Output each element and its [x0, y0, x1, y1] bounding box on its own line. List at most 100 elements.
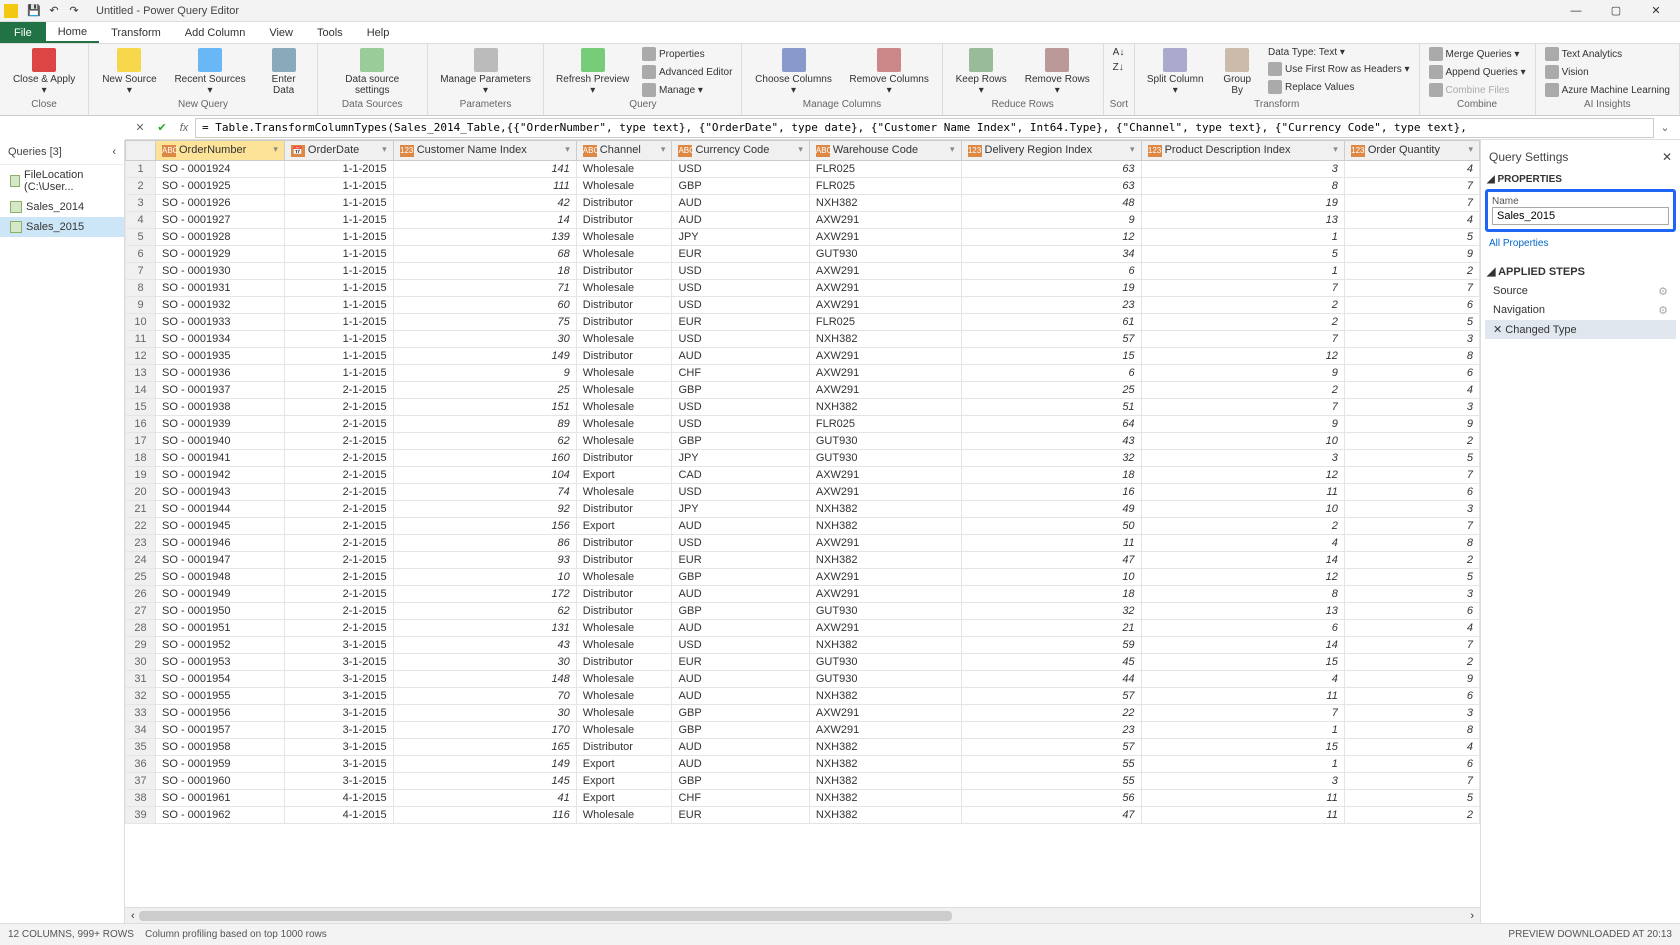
table-row[interactable]: 7SO - 00019301-1-201518DistributorUSDAXW…	[126, 263, 1480, 280]
close-apply-button[interactable]: Close & Apply ▾	[6, 46, 82, 98]
filter-icon[interactable]: ▾	[382, 144, 387, 155]
table-row[interactable]: 27SO - 00019502-1-201562DistributorGBPGU…	[126, 603, 1480, 620]
table-row[interactable]: 24SO - 00019472-1-201593DistributorEURNX…	[126, 552, 1480, 569]
manage-params-button[interactable]: Manage Parameters ▾	[434, 46, 538, 98]
table-row[interactable]: 9SO - 00019321-1-201560DistributorUSDAXW…	[126, 297, 1480, 314]
formula-cancel-icon[interactable]: ✕	[129, 118, 151, 138]
query-item[interactable]: Sales_2015	[0, 217, 124, 237]
first-row-headers-button[interactable]: Use First Row as Headers ▾	[1265, 61, 1413, 77]
table-row[interactable]: 19SO - 00019422-1-2015104ExportCADAXW291…	[126, 467, 1480, 484]
menu-tab-tools[interactable]: Tools	[305, 22, 355, 43]
menu-tab-help[interactable]: Help	[355, 22, 402, 43]
query-item[interactable]: FileLocation (C:\User...	[0, 165, 124, 197]
table-row[interactable]: 17SO - 00019402-1-201562WholesaleGBPGUT9…	[126, 433, 1480, 450]
table-row[interactable]: 18SO - 00019412-1-2015160DistributorJPYG…	[126, 450, 1480, 467]
refresh-preview-button[interactable]: Refresh Preview ▾	[550, 46, 635, 98]
table-row[interactable]: 30SO - 00019533-1-201530DistributorEURGU…	[126, 654, 1480, 671]
advanced-editor-button[interactable]: Advanced Editor	[639, 64, 735, 80]
table-row[interactable]: 6SO - 00019291-1-201568WholesaleEURGUT93…	[126, 246, 1480, 263]
replace-values-button[interactable]: Replace Values	[1265, 79, 1413, 95]
formula-input[interactable]	[195, 118, 1654, 138]
table-row[interactable]: 25SO - 00019482-1-201510WholesaleGBPAXW2…	[126, 569, 1480, 586]
combine-files-button[interactable]: Combine Files	[1426, 82, 1529, 98]
table-row[interactable]: 37SO - 00019603-1-2015145ExportGBPNXH382…	[126, 773, 1480, 790]
group-by-button[interactable]: Group By	[1213, 46, 1261, 98]
menu-tab-home[interactable]: Home	[46, 22, 99, 43]
choose-columns-button[interactable]: Choose Columns ▾	[748, 46, 838, 98]
table-row[interactable]: 2SO - 00019251-1-2015111WholesaleGBPFLR0…	[126, 178, 1480, 195]
menu-tab-transform[interactable]: Transform	[99, 22, 173, 43]
table-row[interactable]: 36SO - 00019593-1-2015149ExportAUDNXH382…	[126, 756, 1480, 773]
table-row[interactable]: 8SO - 00019311-1-201571WholesaleUSDAXW29…	[126, 280, 1480, 297]
table-row[interactable]: 35SO - 00019583-1-2015165DistributorAUDN…	[126, 739, 1480, 756]
table-row[interactable]: 14SO - 00019372-1-201525WholesaleGBPAXW2…	[126, 382, 1480, 399]
minimize-button[interactable]: —	[1556, 0, 1596, 21]
manage-button[interactable]: Manage ▾	[639, 82, 735, 98]
column-header[interactable]: ABCOrderNumber▾	[156, 141, 285, 161]
table-row[interactable]: 31SO - 00019543-1-2015148WholesaleAUDGUT…	[126, 671, 1480, 688]
column-header[interactable]: 123Customer Name Index▾	[393, 141, 576, 161]
column-header[interactable]: ABCChannel▾	[576, 141, 672, 161]
remove-rows-button[interactable]: Remove Rows ▾	[1018, 46, 1097, 98]
new-source-button[interactable]: New Source ▾	[95, 46, 164, 98]
table-row[interactable]: 39SO - 00019624-1-2015116WholesaleEURNXH…	[126, 807, 1480, 824]
append-queries-button[interactable]: Append Queries ▾	[1426, 64, 1529, 80]
table-row[interactable]: 32SO - 00019553-1-201570WholesaleAUDNXH3…	[126, 688, 1480, 705]
filter-icon[interactable]: ▾	[565, 144, 570, 155]
table-row[interactable]: 11SO - 00019341-1-201530WholesaleUSDNXH3…	[126, 331, 1480, 348]
table-row[interactable]: 10SO - 00019331-1-201575DistributorEURFL…	[126, 314, 1480, 331]
collapse-queries-icon[interactable]: ‹	[112, 146, 116, 158]
gear-icon[interactable]: ⚙	[1658, 304, 1668, 317]
split-column-button[interactable]: Split Column ▾	[1141, 46, 1209, 98]
table-row[interactable]: 33SO - 00019563-1-201530WholesaleGBPAXW2…	[126, 705, 1480, 722]
menu-tab-add-column[interactable]: Add Column	[173, 22, 258, 43]
close-settings-icon[interactable]: ✕	[1662, 150, 1672, 164]
filter-icon[interactable]: ▾	[1333, 144, 1338, 155]
table-row[interactable]: 29SO - 00019523-1-201543WholesaleUSDNXH3…	[126, 637, 1480, 654]
filter-icon[interactable]: ▾	[1130, 144, 1135, 155]
filter-icon[interactable]: ▾	[273, 144, 278, 155]
query-name-input[interactable]	[1492, 207, 1669, 225]
table-row[interactable]: 4SO - 00019271-1-201514DistributorAUDAXW…	[126, 212, 1480, 229]
table-row[interactable]: 1SO - 00019241-1-2015141WholesaleUSDFLR0…	[126, 161, 1480, 178]
sort-asc-button[interactable]: A↓	[1110, 46, 1128, 59]
filter-icon[interactable]: ▾	[1468, 144, 1473, 155]
data-grid[interactable]: ABCOrderNumber▾📅OrderDate▾123Customer Na…	[125, 140, 1480, 824]
applied-step[interactable]: Source⚙	[1485, 282, 1676, 301]
vision-button[interactable]: Vision	[1542, 64, 1673, 80]
fx-icon[interactable]: fx	[173, 118, 195, 138]
horizontal-scrollbar[interactable]: ‹ ›	[125, 907, 1480, 923]
recent-sources-button[interactable]: Recent Sources ▾	[168, 46, 253, 98]
table-row[interactable]: 22SO - 00019452-1-2015156ExportAUDNXH382…	[126, 518, 1480, 535]
save-button[interactable]: 💾	[25, 2, 43, 20]
sort-desc-button[interactable]: Z↓	[1110, 61, 1128, 74]
remove-columns-button[interactable]: Remove Columns ▾	[843, 46, 936, 98]
table-row[interactable]: 13SO - 00019361-1-20159WholesaleCHFAXW29…	[126, 365, 1480, 382]
table-row[interactable]: 38SO - 00019614-1-201541ExportCHFNXH3825…	[126, 790, 1480, 807]
maximize-button[interactable]: ▢	[1596, 0, 1636, 21]
table-row[interactable]: 20SO - 00019432-1-201574WholesaleUSDAXW2…	[126, 484, 1480, 501]
table-row[interactable]: 34SO - 00019573-1-2015170WholesaleGBPAXW…	[126, 722, 1480, 739]
column-header[interactable]: 123Delivery Region Index▾	[961, 141, 1141, 161]
menu-tab-view[interactable]: View	[257, 22, 305, 43]
column-header[interactable]: 📅OrderDate▾	[284, 141, 393, 161]
data-type-button[interactable]: Data Type: Text ▾	[1265, 46, 1413, 59]
column-header[interactable]: 123Product Description Index▾	[1141, 141, 1344, 161]
azure-ml-button[interactable]: Azure Machine Learning	[1542, 82, 1673, 98]
table-row[interactable]: 23SO - 00019462-1-201586DistributorUSDAX…	[126, 535, 1480, 552]
formula-expand-icon[interactable]: ⌄	[1654, 118, 1676, 138]
table-row[interactable]: 16SO - 00019392-1-201589WholesaleUSDFLR0…	[126, 416, 1480, 433]
filter-icon[interactable]: ▾	[661, 144, 666, 155]
data-source-settings-button[interactable]: Data source settings	[324, 46, 421, 98]
redo-button[interactable]: ↷	[65, 2, 83, 20]
column-header[interactable]: ABCWarehouse Code▾	[809, 141, 961, 161]
keep-rows-button[interactable]: Keep Rows ▾	[949, 46, 1014, 98]
table-row[interactable]: 12SO - 00019351-1-2015149DistributorAUDA…	[126, 348, 1480, 365]
table-row[interactable]: 21SO - 00019442-1-201592DistributorJPYNX…	[126, 501, 1480, 518]
query-item[interactable]: Sales_2014	[0, 197, 124, 217]
enter-data-button[interactable]: Enter Data	[256, 46, 310, 98]
all-properties-link[interactable]: All Properties	[1485, 236, 1676, 251]
column-header[interactable]: ABCCurrency Code▾	[672, 141, 809, 161]
formula-accept-icon[interactable]: ✔	[151, 118, 173, 138]
close-button[interactable]: ✕	[1636, 0, 1676, 21]
